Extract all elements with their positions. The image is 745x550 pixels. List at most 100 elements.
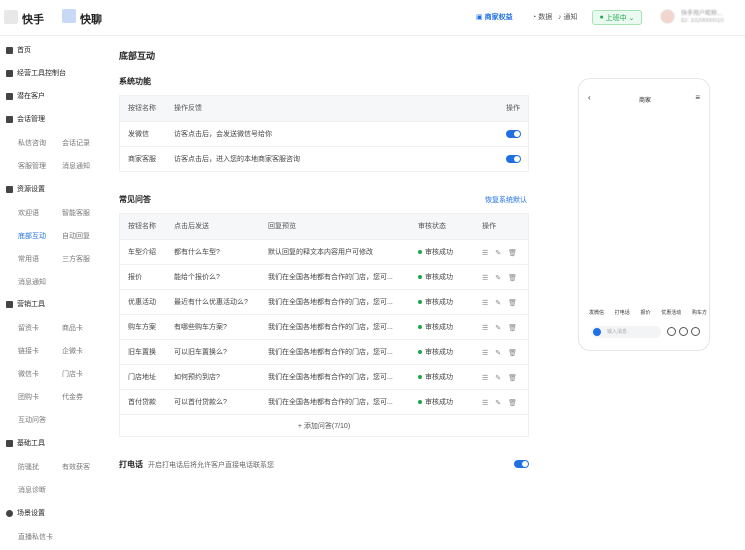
sidebar-session-label: 会话管理 (17, 116, 45, 123)
sidebar-item-cs-manage[interactable]: 客服管理 (18, 161, 46, 171)
delete-icon[interactable]: 🗑 (508, 399, 517, 407)
add-faq-button[interactable]: + 添加问答(7/10) (120, 414, 528, 436)
faq-name: 优惠活动 (128, 299, 156, 306)
delete-icon[interactable]: 🗑 (508, 249, 517, 257)
preview-input: 输入消息 (591, 326, 661, 338)
faq-section-title: 常见问答 (119, 195, 151, 204)
sidebar-group-scene[interactable]: 场景设置 (6, 508, 45, 518)
faq-name: 报价 (128, 274, 142, 281)
status-dot-icon: ● (599, 14, 604, 21)
status-text: 审核成功 (425, 274, 453, 281)
faq-table-header: 按钮名称 点击后发送 回复预览 审核状态 操作 (120, 214, 528, 239)
sidebar-item-wecom-card[interactable]: 企微卡 (62, 346, 83, 356)
sidebar-item-msg-notice[interactable]: 消息通知 (62, 161, 90, 171)
sidebar-item-valid-leads[interactable]: 有效获客 (62, 462, 90, 472)
sidebar-item-potential[interactable]: 潜在客户 (6, 91, 45, 101)
menu-icon: ≡ (695, 93, 700, 102)
notice-link[interactable]: ♪ 通知 (558, 12, 578, 22)
row-desc: 访客点击后，进入您的本地商家客服咨询 (174, 156, 300, 163)
sidebar-item-live-card[interactable]: 直播私信卡 (18, 532, 53, 542)
sidebar-item-bottom-interact[interactable]: 底部互动 (18, 231, 46, 241)
drag-handle-icon[interactable]: ☰ (482, 349, 488, 357)
table-row: 首付贷款 可以首付贷款么? 我们在全国各地都有合作的门店，您可... 审核成功 ☰ ✎ 🗑 (120, 389, 528, 414)
table-row: 车型介绍 都有什么车型? 默认回复的释文本内容用户可修改 审核成功 ☰ ✎ 🗑 (120, 239, 528, 264)
sidebar-item-wechat-card[interactable]: 微信卡 (18, 369, 39, 379)
col-ops: 操作 (482, 223, 496, 230)
preview-title: 商家 (638, 98, 651, 104)
sidebar-potential-label: 潜在客户 (17, 93, 45, 100)
sidebar-item-session-log[interactable]: 会话记录 (62, 138, 90, 148)
delete-icon[interactable]: 🗑 (508, 299, 517, 307)
sidebar-item-product-card[interactable]: 商品卡 (62, 323, 83, 333)
merchant-rights-link[interactable]: ▣ 商家权益 (476, 12, 513, 22)
data-label: 数据 (538, 14, 553, 21)
faq-name: 购车方案 (128, 324, 156, 331)
edit-icon[interactable]: ✎ (495, 324, 501, 332)
faq-send: 都有什么车型? (174, 249, 220, 256)
edit-icon[interactable]: ✎ (495, 249, 501, 257)
sidebar-item-msg-diagnose[interactable]: 消息诊断 (18, 485, 46, 495)
faq-ops: ☰ ✎ 🗑 (482, 265, 517, 290)
sidebar-item-store-card[interactable]: 门店卡 (62, 369, 83, 379)
sidebar-item-smart-cs[interactable]: 智能客服 (62, 208, 90, 218)
work-status-dropdown[interactable]: ● 上班中 ⌄ (592, 10, 642, 25)
delete-icon[interactable]: 🗑 (508, 374, 517, 382)
delete-icon[interactable]: 🗑 (508, 324, 517, 332)
edit-icon[interactable]: ✎ (495, 399, 501, 407)
merchant-rights-label: 商家权益 (484, 14, 513, 21)
row-name: 发微信 (128, 131, 149, 138)
sidebar-item-link-card[interactable]: 链接卡 (18, 346, 39, 356)
sidebar-item-group-card[interactable]: 团购卡 (18, 392, 39, 402)
drag-handle-icon[interactable]: ☰ (482, 374, 488, 382)
preview-action: 打电话 (614, 310, 630, 316)
avatar[interactable] (660, 9, 675, 24)
drag-handle-icon[interactable]: ☰ (482, 249, 488, 257)
sidebar-item-welcome[interactable]: 欢迎语 (18, 208, 39, 218)
delete-icon[interactable]: 🗑 (508, 349, 517, 357)
sidebar-item-anti-harass[interactable]: 防骚扰 (18, 462, 39, 472)
table-row: 商家客服 访客点击后，进入您的本地商家客服咨询 (120, 146, 528, 171)
faq-status: 审核成功 (418, 265, 453, 290)
phone-toggle[interactable] (514, 460, 529, 468)
edit-icon[interactable]: ✎ (495, 299, 501, 307)
wechat-toggle[interactable] (506, 130, 521, 138)
sidebar-group-session[interactable]: 会话管理 (6, 114, 45, 124)
edit-icon[interactable]: ✎ (495, 274, 501, 282)
merchant-cs-toggle[interactable] (506, 155, 521, 163)
sidebar-item-interactive-qa[interactable]: 互动问答 (18, 415, 46, 425)
sidebar-item-private-msg[interactable]: 私信咨询 (18, 138, 46, 148)
drag-handle-icon[interactable]: ☰ (482, 274, 488, 282)
sidebar-group-assets[interactable]: 资源设置 (6, 184, 45, 194)
col-button-name: 按钮名称 (128, 223, 156, 230)
top-bar: 快手 快聊 ▣ 商家权益 ◔ 数据 ♪ 通知 ● 上班中 ⌄ 快手用户昵称...… (0, 0, 745, 36)
sidebar-group-basic[interactable]: 基础工具 (6, 438, 45, 448)
col-reply: 回复预览 (268, 223, 296, 230)
console-icon (6, 69, 13, 77)
status-dot-icon (418, 275, 422, 280)
edit-icon[interactable]: ✎ (495, 349, 501, 357)
sidebar-item-lead-card[interactable]: 留资卡 (18, 323, 39, 333)
faq-send: 可以首付贷款么? (174, 399, 227, 406)
sidebar-item-third-cs[interactable]: 三方客服 (62, 254, 90, 264)
sidebar-item-home[interactable]: 首页 (6, 45, 31, 55)
drag-handle-icon[interactable]: ☰ (482, 399, 488, 407)
status-dot-icon (418, 400, 422, 405)
sidebar-item-console[interactable]: 经营工具控制台 (6, 68, 66, 78)
data-icon: ◔ (532, 13, 537, 21)
sidebar-home-label: 首页 (17, 47, 31, 54)
data-link[interactable]: ◔ 数据 (532, 12, 552, 22)
system-table-header: 按钮名称 操作反馈 操作 (120, 96, 528, 121)
sidebar-group-marketing[interactable]: 营销工具 (6, 299, 45, 309)
restore-default-link[interactable]: 恢复系统默认 (485, 195, 527, 205)
edit-icon[interactable]: ✎ (495, 374, 501, 382)
drag-handle-icon[interactable]: ☰ (482, 324, 488, 332)
drag-handle-icon[interactable]: ☰ (482, 299, 488, 307)
delete-icon[interactable]: 🗑 (508, 274, 517, 282)
faq-status: 审核成功 (418, 315, 453, 340)
sidebar-item-asset-notice[interactable]: 消息通知 (18, 277, 46, 287)
sidebar-item-voucher[interactable]: 代金券 (62, 392, 83, 402)
sidebar-item-common-phrases[interactable]: 常用语 (18, 254, 39, 264)
faq-ops: ☰ ✎ 🗑 (482, 340, 517, 365)
preview-actions: 发微信 打电话 报价 优惠活动 购车方 (589, 309, 707, 316)
sidebar-item-auto-reply[interactable]: 自动回复 (62, 231, 90, 241)
